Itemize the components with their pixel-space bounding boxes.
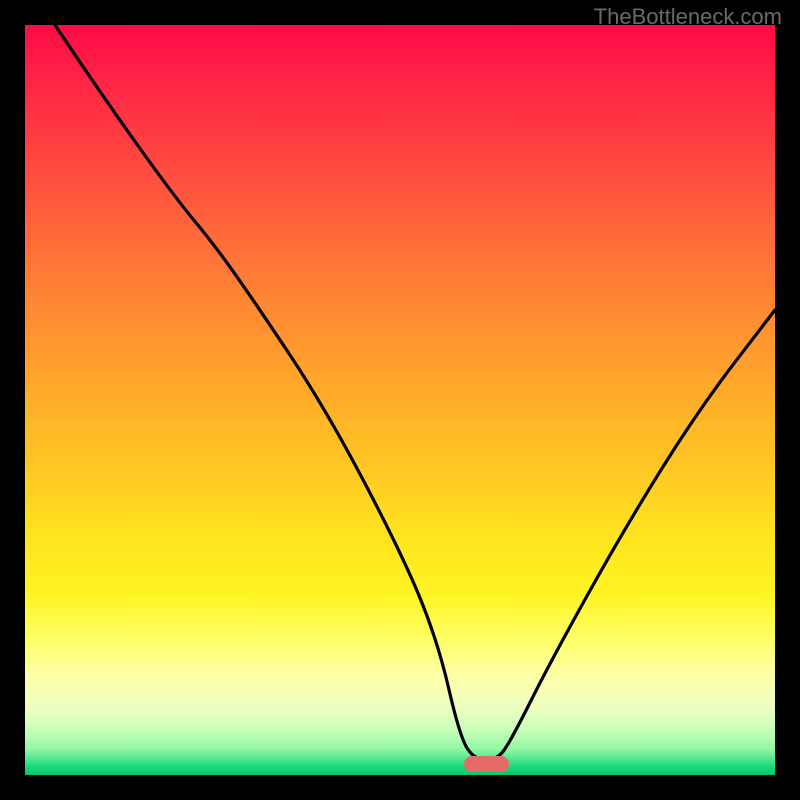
bottleneck-curve-svg [25,25,775,775]
optimal-range-marker [464,756,509,772]
bottleneck-curve [55,25,775,760]
plot-area [25,25,775,775]
chart-frame: TheBottleneck.com [0,0,800,800]
watermark-text: TheBottleneck.com [594,4,782,30]
